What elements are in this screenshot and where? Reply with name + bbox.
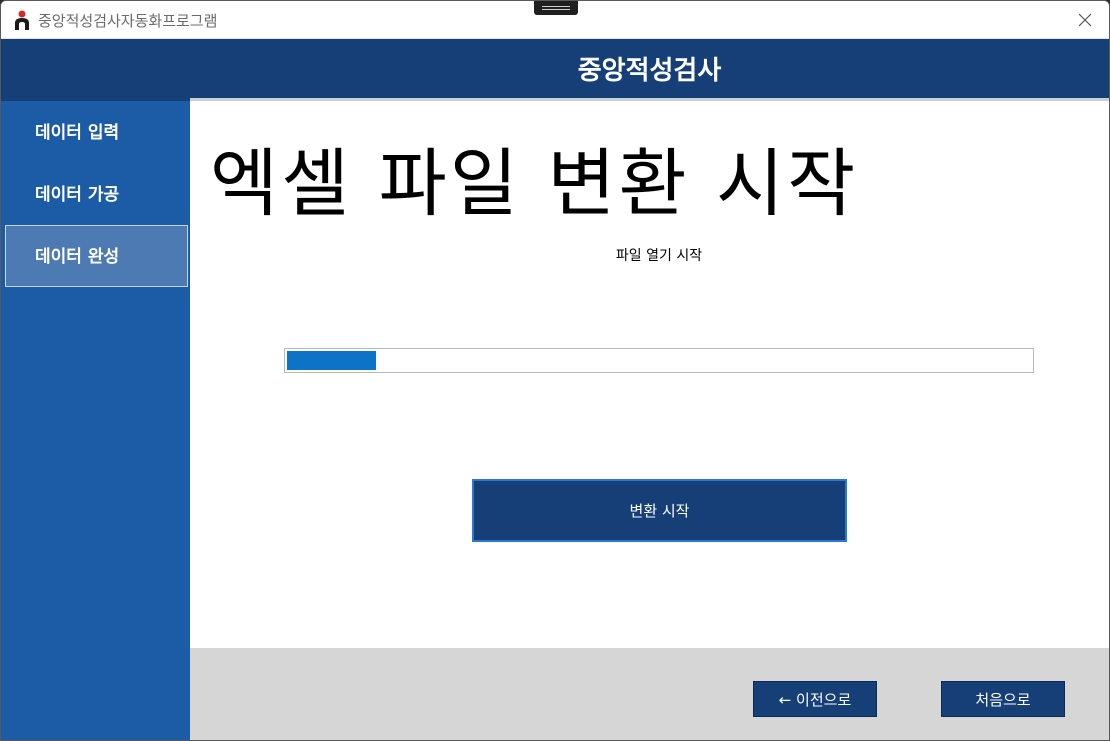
snap-grip-handle[interactable]	[534, 1, 578, 15]
sidebar-header	[1, 39, 190, 101]
title-bar[interactable]: 중앙적성검사자동화프로그램	[1, 1, 1109, 39]
progress-bar	[284, 348, 1034, 373]
sidebar-item-data-input[interactable]: 데이터 입력	[5, 101, 188, 163]
window-title: 중앙적성검사자동화프로그램	[38, 12, 218, 30]
previous-button[interactable]: ← 이전으로	[753, 681, 877, 717]
status-text: 파일 열기 시작	[615, 248, 703, 264]
sidebar-item-data-processing[interactable]: 데이터 가공	[5, 163, 188, 225]
page-header: 중앙적성검사	[190, 39, 1109, 101]
sidebar: 데이터 입력 데이터 가공 데이터 완성	[1, 39, 190, 740]
app-logo-icon	[15, 10, 29, 30]
footer: ← 이전으로 처음으로	[190, 648, 1109, 740]
home-button[interactable]: 처음으로	[941, 681, 1065, 717]
header-title: 중앙적성검사	[577, 56, 722, 86]
close-button[interactable]	[1071, 7, 1099, 33]
progress-fill	[287, 351, 376, 370]
page-title: 엑셀 파일 변환 시작	[210, 141, 859, 227]
app-window: 중앙적성검사자동화프로그램 데이터 입력 데이터 가공 데이터 완성 중앙적성검…	[0, 0, 1110, 741]
sidebar-item-data-complete[interactable]: 데이터 완성	[5, 225, 188, 287]
main-content: 엑셀 파일 변환 시작 파일 열기 시작 변환 시작	[190, 104, 1109, 648]
convert-start-button[interactable]: 변환 시작	[472, 479, 847, 542]
close-icon	[1078, 13, 1092, 27]
